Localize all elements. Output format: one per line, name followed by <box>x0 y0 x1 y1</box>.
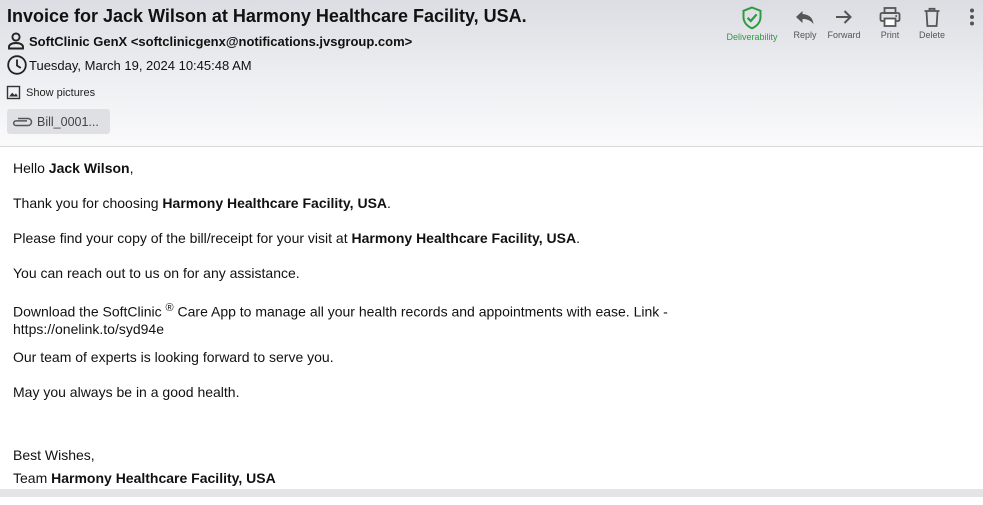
best-wishes-line: Best Wishes, <box>13 446 95 463</box>
download-line: Download the SoftClinic ® Care App to ma… <box>13 302 668 337</box>
facility-name: Harmony Healthcare Facility, USA <box>162 195 388 211</box>
bottom-bar <box>0 489 983 497</box>
deliverability-button[interactable]: Deliverability <box>724 6 780 42</box>
show-pictures-link[interactable]: Show pictures <box>6 85 95 100</box>
forward-button[interactable]: Forward <box>824 6 864 40</box>
deliverability-label: Deliverability <box>726 32 778 42</box>
delete-label: Delete <box>918 30 945 40</box>
person-icon <box>8 32 24 50</box>
message-date: Tuesday, March 19, 2024 10:45:48 AM <box>29 57 252 73</box>
delete-button[interactable]: Delete <box>915 6 949 40</box>
facility-name: Harmony Healthcare Facility, USA <box>51 469 276 486</box>
show-pictures-label[interactable]: Show pictures <box>26 87 95 99</box>
image-icon <box>6 85 21 100</box>
reply-icon <box>796 11 814 24</box>
thanks-line: Thank you for choosing Harmony Healthcar… <box>13 195 391 211</box>
health-line: May you always be in a good health. <box>13 383 240 400</box>
paperclip-icon <box>12 117 33 126</box>
message-subject: Invoice for Jack Wilson at Harmony Healt… <box>7 6 527 26</box>
reply-button[interactable]: Reply <box>788 6 822 40</box>
attachment-name: Bill_0001... <box>37 114 99 129</box>
reach-out-line: You can reach out to us on for any assis… <box>13 265 300 281</box>
more-vertical-icon <box>970 8 974 26</box>
registered-mark: ® <box>165 302 174 314</box>
recipient-name: Jack Wilson <box>48 160 130 176</box>
shield-check-icon <box>742 6 762 30</box>
print-label: Print <box>880 30 900 40</box>
sender-row: SoftClinic GenX <softclinicgenx@notifica… <box>6 31 412 51</box>
sender-address[interactable]: SoftClinic GenX <softclinicgenx@notifica… <box>29 34 412 49</box>
print-button[interactable]: Print <box>873 6 907 40</box>
bill-line: Please find your copy of the bill/receip… <box>13 230 580 246</box>
clock-icon <box>7 55 27 75</box>
greeting-line: Hello Jack Wilson, <box>13 160 134 176</box>
message-header: Invoice for Jack Wilson at Harmony Healt… <box>0 0 983 147</box>
printer-icon <box>879 7 901 27</box>
facility-name: Harmony Healthcare Facility, USA <box>351 230 577 246</box>
signature-line: Team Harmony Healthcare Facility, USA <box>13 469 276 486</box>
app-link[interactable]: https://onelink.to/syd94e <box>13 321 164 337</box>
team-line: Our team of experts is looking forward t… <box>13 348 334 365</box>
trash-icon <box>924 7 940 27</box>
more-options-button[interactable] <box>965 6 979 28</box>
message-body: Hello Jack Wilson, Thank you for choosin… <box>13 160 713 505</box>
forward-arrow-icon <box>836 10 852 24</box>
attachment-chip[interactable]: Bill_0001... <box>7 109 110 134</box>
reply-label: Reply <box>793 30 817 40</box>
forward-label: Forward <box>827 30 861 40</box>
date-row: Tuesday, March 19, 2024 10:45:48 AM <box>6 54 252 76</box>
